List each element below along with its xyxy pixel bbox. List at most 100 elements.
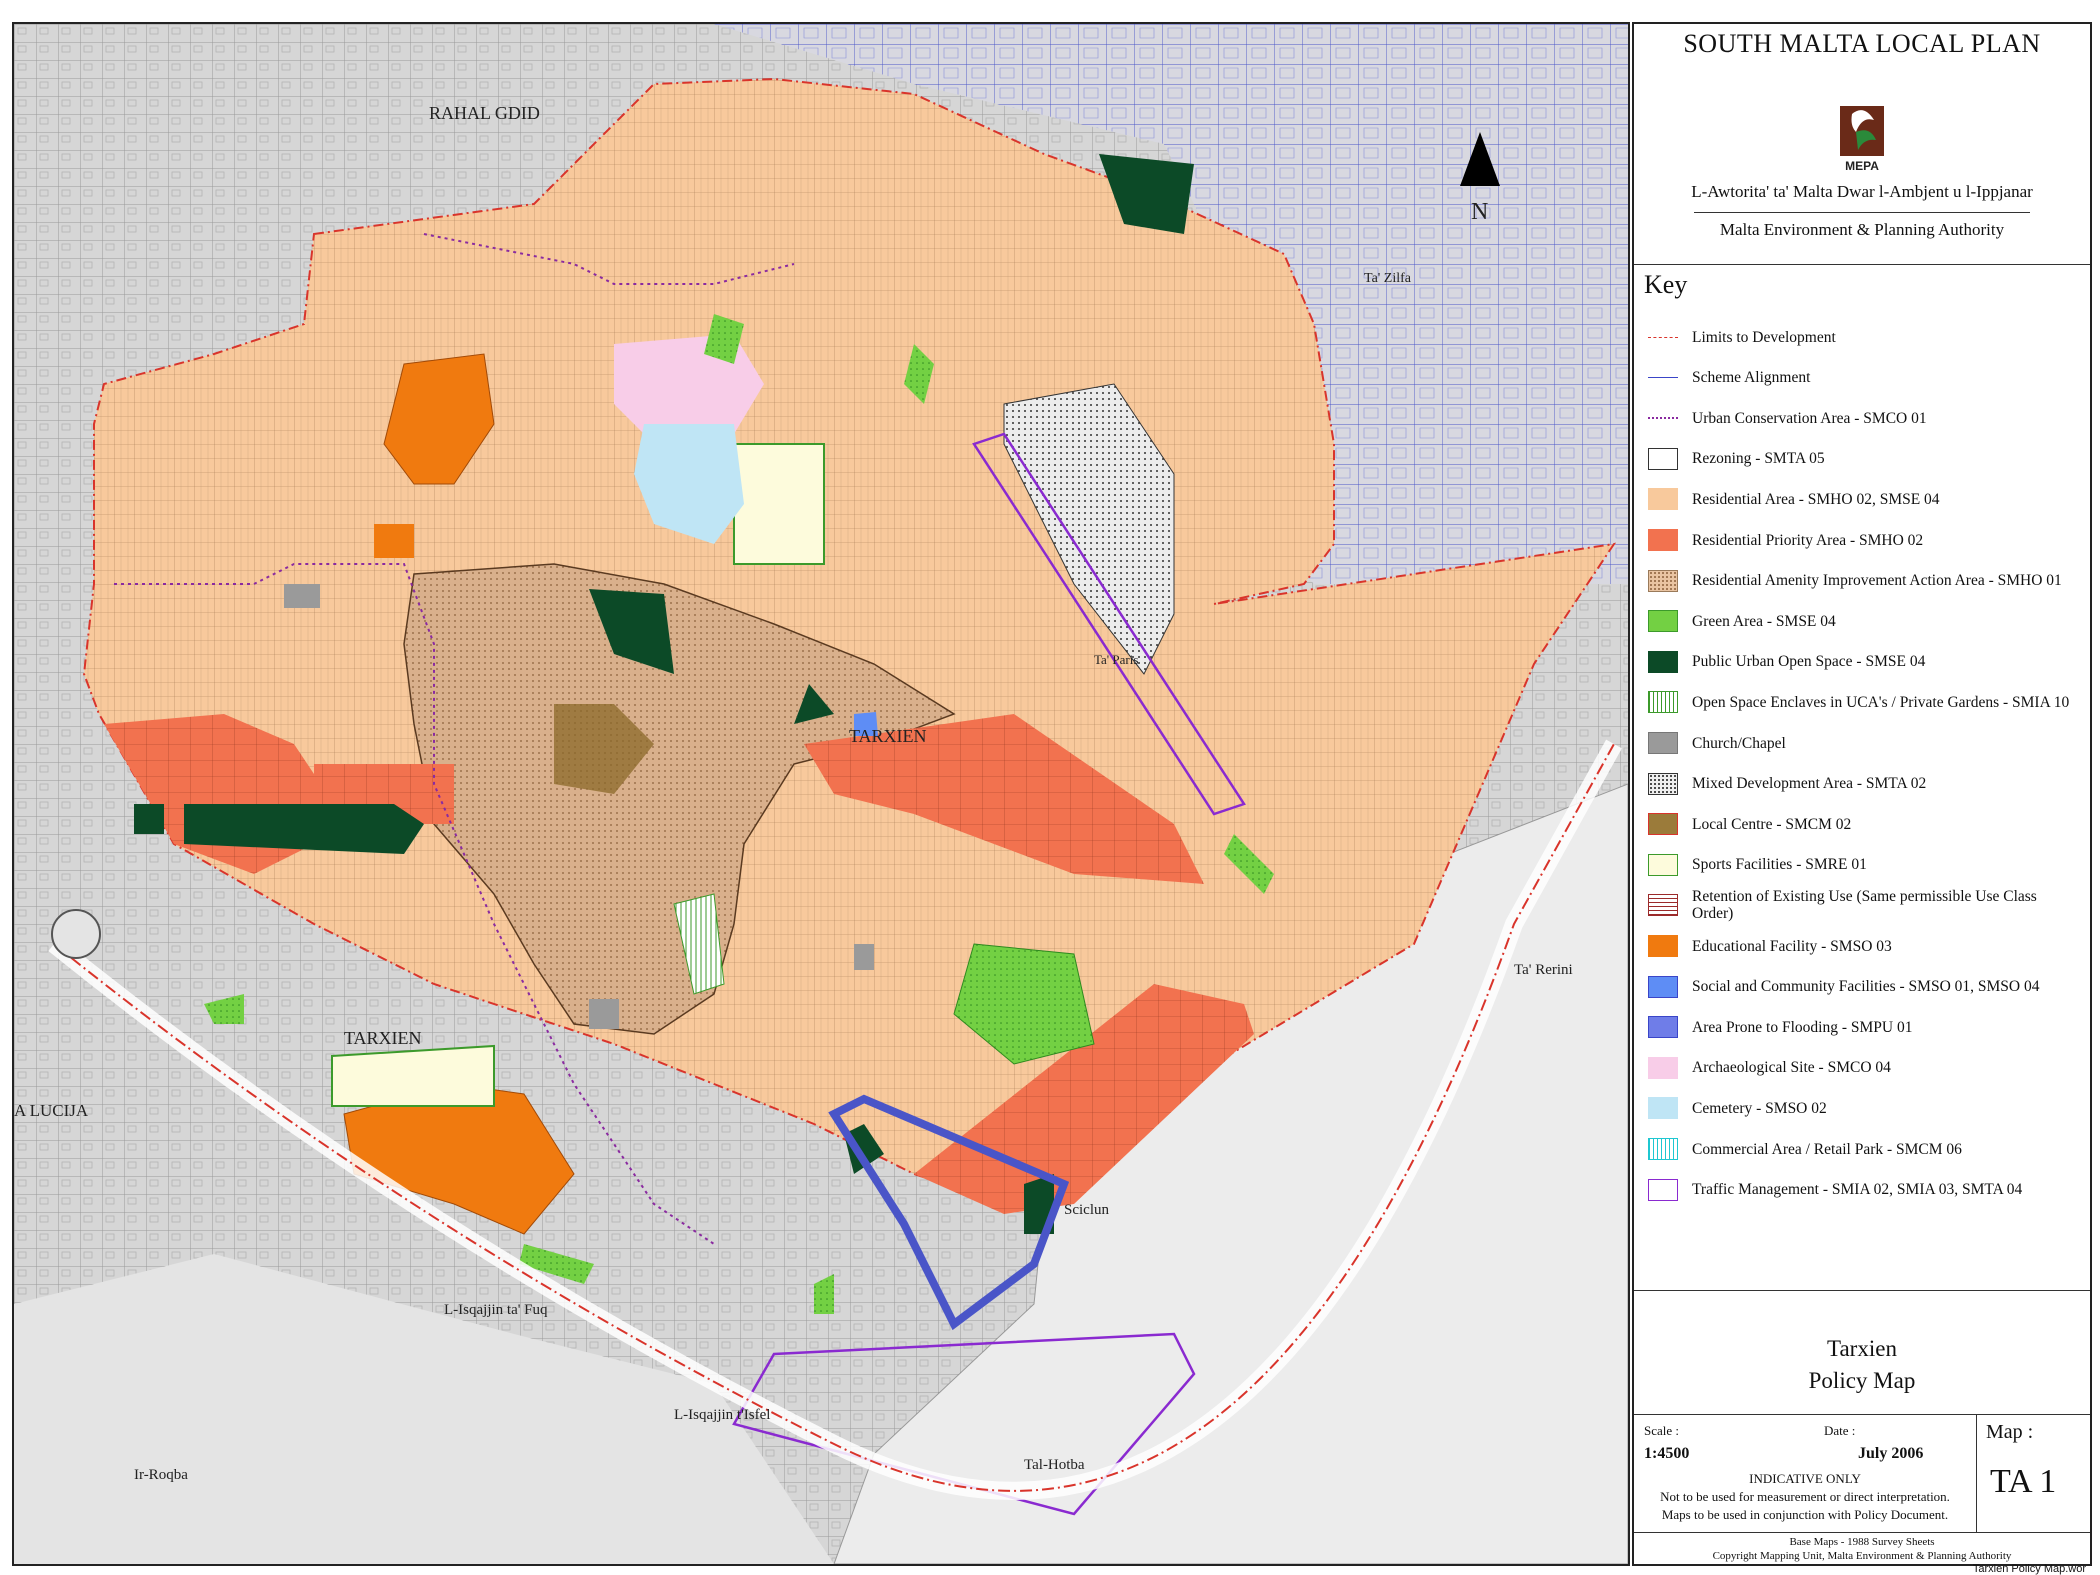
educational-facility-small — [374, 524, 414, 558]
usage-note-2: Maps to be used in conjunction with Poli… — [1661, 1507, 1949, 1522]
legend-label: Area Prone to Flooding - SMPU 01 — [1692, 1018, 1913, 1036]
indicative-note: INDICATIVE ONLY — [1749, 1471, 1861, 1486]
legend-label: Scheme Alignment — [1692, 369, 1811, 387]
footer-copyright: Copyright Mapping Unit, Malta Environmen… — [1712, 1550, 2012, 1562]
legend-item: Social and Community Facilities - SMSO 0… — [1648, 972, 2078, 1002]
open-space-small-west — [134, 804, 164, 834]
legend-label: Mixed Development Area - SMTA 02 — [1692, 775, 1927, 793]
legend-label: Traffic Management - SMIA 02, SMIA 03, S… — [1692, 1181, 2023, 1199]
legend-item: Open Space Enclaves in UCA's / Private G… — [1648, 687, 2078, 717]
date-value: July 2006 — [1858, 1445, 1924, 1462]
legend-panel: SOUTH MALTA LOCAL PLAN MEPA L-Awtorita' … — [1632, 22, 2092, 1566]
legend-swatch — [1648, 336, 1678, 338]
north-label: N — [1471, 199, 1488, 225]
label-isqajjin-fuq: L-Isqajjin ta' Fuq — [444, 1302, 548, 1318]
legend-item: Sports Facilities - SMRE 01 — [1648, 850, 2078, 880]
map-title-place: Tarxien — [1827, 1336, 1897, 1361]
legend-item: Retention of Existing Use (Same permissi… — [1648, 888, 2078, 922]
scale-value: 1:4500 — [1644, 1445, 1690, 1462]
usage-note-1: Not to be used for measurement or direct… — [1660, 1489, 1950, 1504]
key-title: Key — [1644, 270, 1688, 299]
legend-swatch — [1648, 772, 1678, 795]
legend-item: Rezoning - SMTA 05 — [1648, 444, 2078, 474]
legend-label: Green Area - SMSE 04 — [1692, 612, 1836, 630]
label-ta-rerini: Ta' Rerini — [1514, 962, 1573, 978]
legend-swatch — [1648, 691, 1678, 714]
legend-swatch — [1648, 935, 1678, 957]
label-ir-roqba: Ir-Roqba — [134, 1467, 188, 1483]
legend-label: Limits to Development — [1692, 328, 1836, 346]
legend-label: Rezoning - SMTA 05 — [1692, 450, 1825, 468]
map-canvas: RAHAL GDID TARXIEN TARXIEN Sciclun Ta' R… — [14, 24, 1628, 1564]
plan-title: SOUTH MALTA LOCAL PLAN — [1683, 29, 2041, 58]
map-title-type: Policy Map — [1808, 1368, 1916, 1393]
map-label: Map : — [1986, 1421, 2034, 1443]
legend-item: Residential Area - SMHO 02, SMSE 04 — [1648, 484, 2078, 514]
legend-item: Cemetery - SMSO 02 — [1648, 1093, 2078, 1123]
label-santa-lucija: A LUCIJA — [14, 1101, 89, 1120]
legend-swatch — [1648, 417, 1678, 420]
legend-swatch — [1648, 447, 1678, 470]
divider — [1976, 1415, 1977, 1533]
legend-item: Commercial Area / Retail Park - SMCM 06 — [1648, 1134, 2078, 1164]
legend-swatch — [1648, 1178, 1678, 1201]
label-tarxien-south: TARXIEN — [344, 1028, 422, 1048]
divider — [1694, 212, 2030, 213]
legend-label: Residential Priority Area - SMHO 02 — [1692, 531, 1924, 549]
legend-swatch — [1648, 1016, 1678, 1039]
roundabout — [51, 909, 101, 959]
policy-map[interactable]: RAHAL GDID TARXIEN TARXIEN Sciclun Ta' R… — [12, 22, 1630, 1566]
legend-swatch — [1648, 853, 1678, 876]
legend-label: Educational Facility - SMSO 03 — [1692, 937, 1892, 955]
footer-base-maps: Base Maps - 1988 Survey Sheets — [1789, 1536, 1935, 1548]
label-isqajjin-isfel: L-Isqajjin t'Isfel — [674, 1407, 770, 1423]
legend-swatch — [1648, 894, 1678, 917]
legend-item: Church/Chapel — [1648, 728, 2078, 758]
legend-item: Residential Amenity Improvement Action A… — [1648, 566, 2078, 596]
legend-swatch — [1648, 650, 1678, 673]
authority-english: Malta Environment & Planning Authority — [1719, 220, 2005, 239]
legend-item: Limits to Development — [1648, 322, 2078, 352]
legend-label: Local Centre - SMCM 02 — [1692, 815, 1852, 833]
divider — [1634, 264, 2090, 265]
legend-swatch — [1648, 813, 1678, 836]
legend-swatch — [1648, 529, 1678, 551]
logo-text: MEPA — [1845, 159, 1879, 173]
mepa-logo-icon: MEPA — [1834, 96, 1890, 174]
church-north-west — [284, 584, 320, 608]
sports-facility-north — [733, 443, 825, 565]
file-reference: Tarxien Policy Map.wor — [1972, 1563, 2086, 1575]
date-label: Date : — [1824, 1423, 1856, 1438]
legend-item: Residential Priority Area - SMHO 02 — [1648, 525, 2078, 555]
scale-label: Scale : — [1644, 1423, 1680, 1438]
legend-label: Residential Area - SMHO 02, SMSE 04 — [1692, 490, 1940, 508]
label-sciclun: Sciclun — [1064, 1202, 1109, 1218]
legend-label: Open Space Enclaves in UCA's / Private G… — [1692, 693, 2070, 711]
legend-label: Archaeological Site - SMCO 04 — [1692, 1059, 1891, 1077]
label-ta-zilfa: Ta' Zilfa — [1364, 271, 1412, 286]
legend-swatch — [1648, 1097, 1678, 1120]
label-rahal-gdid: RAHAL GDID — [429, 103, 540, 123]
legend-label: Cemetery - SMSO 02 — [1692, 1099, 1827, 1117]
legend-item: Archaeological Site - SMCO 04 — [1648, 1053, 2078, 1083]
legend-item: Local Centre - SMCM 02 — [1648, 809, 2078, 839]
legend-label: Social and Community Facilities - SMSO 0… — [1692, 978, 2040, 996]
legend-item: Mixed Development Area - SMTA 02 — [1648, 769, 2078, 799]
legend-swatch — [1648, 732, 1678, 754]
legend-label: Urban Conservation Area - SMCO 01 — [1692, 409, 1927, 427]
legend-label: Sports Facilities - SMRE 01 — [1692, 856, 1867, 874]
legend-item: Public Urban Open Space - SMSE 04 — [1648, 647, 2078, 677]
footer: Base Maps - 1988 Survey Sheets Copyright… — [1634, 1532, 2090, 1567]
sports-facility-south — [331, 1044, 495, 1107]
legend-item: Area Prone to Flooding - SMPU 01 — [1648, 1012, 2078, 1042]
legend-item: Green Area - SMSE 04 — [1648, 606, 2078, 636]
legend-label: Residential Amenity Improvement Action A… — [1692, 572, 2062, 590]
label-tal-hotba: Tal-Hotba — [1024, 1457, 1085, 1473]
legend-item: Educational Facility - SMSO 03 — [1648, 931, 2078, 961]
legend-label: Commercial Area / Retail Park - SMCM 06 — [1692, 1140, 1962, 1158]
label-tarxien: TARXIEN — [849, 726, 927, 746]
map-title-box: Tarxien Policy Map — [1634, 1290, 2090, 1413]
legend-swatch — [1648, 488, 1678, 511]
legend-item: Scheme Alignment — [1648, 363, 2078, 393]
label-ta-paris: Ta' Paris — [1094, 652, 1138, 667]
